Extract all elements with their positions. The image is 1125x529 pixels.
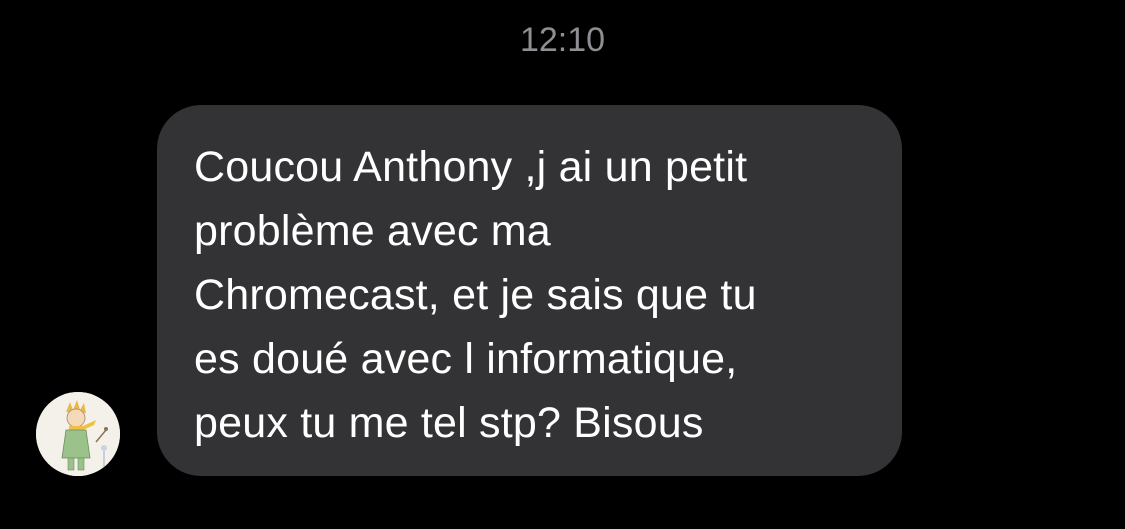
message-line: peux tu me tel stp? Bisous xyxy=(194,399,704,447)
message-line: Coucou Anthony ,j ai un petit xyxy=(194,143,748,191)
message-line: problème avec ma xyxy=(194,207,551,255)
little-prince-avatar-icon xyxy=(36,392,120,476)
incoming-message-row: Coucou Anthony ,j ai un petit problème a… xyxy=(0,0,1125,529)
message-bubble[interactable]: Coucou Anthony ,j ai un petit problème a… xyxy=(157,105,902,476)
message-text: Coucou Anthony ,j ai un petit problème a… xyxy=(194,135,872,455)
sender-avatar[interactable] xyxy=(36,392,120,476)
message-line: Chromecast, et je sais que tu xyxy=(194,271,757,319)
message-line: es doué avec l informatique, xyxy=(194,335,738,383)
